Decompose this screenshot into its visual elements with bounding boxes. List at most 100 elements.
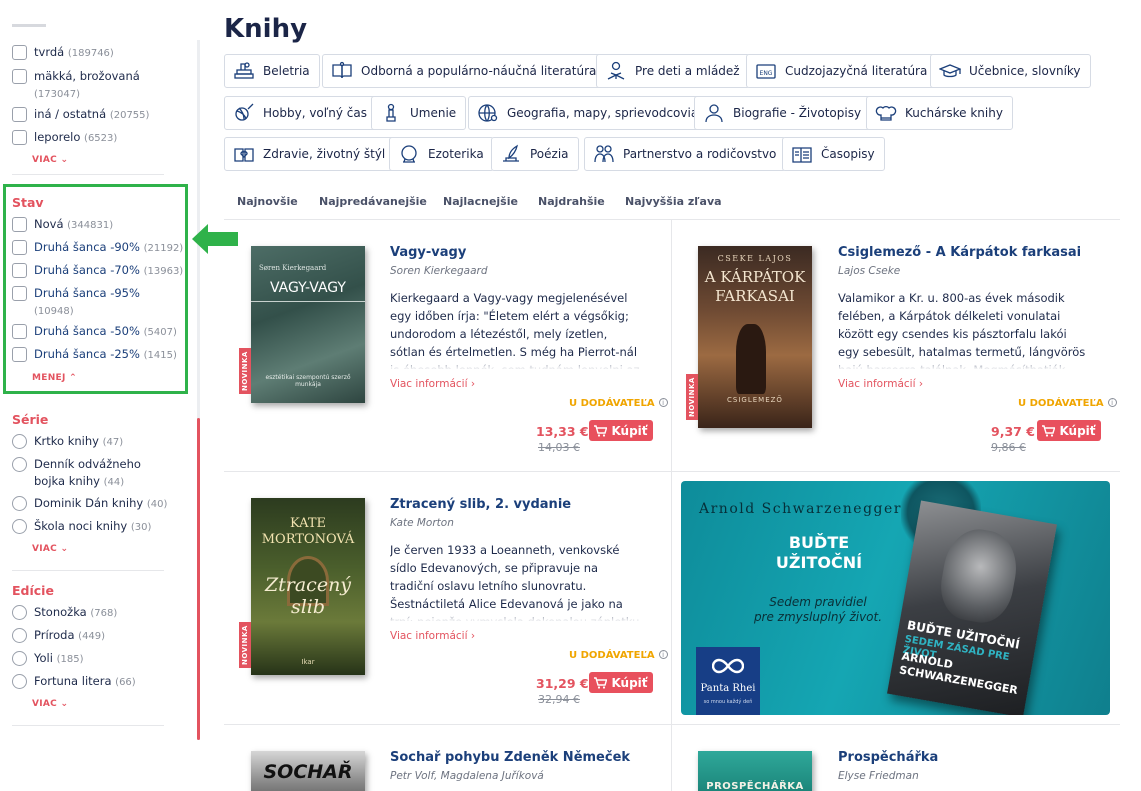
book-face [935, 524, 1023, 628]
category-geografia[interactable]: Geografia, mapy, sprievodcovia [468, 96, 709, 130]
radio[interactable] [12, 496, 27, 511]
book-cover[interactable]: KATE MORTONOVÁ Ztracený slib Ikar [251, 498, 365, 675]
checkbox[interactable] [12, 107, 27, 122]
book-author[interactable]: Elyse Friedman [838, 770, 919, 782]
cover-publisher: Ikar [301, 658, 315, 666]
book-old-price: 9,86 € [991, 441, 1026, 454]
sort-tab-cheapest[interactable]: Najlacnejšie [443, 195, 518, 208]
filter-binding-other[interactable]: iná / ostatná (20755) [12, 106, 149, 124]
radio[interactable] [12, 434, 27, 449]
category-casopisy[interactable]: Časopisy [782, 137, 885, 171]
category-ezoterika[interactable]: Ezoterika [389, 137, 494, 171]
cover-rule [251, 301, 365, 302]
cover-author: CSEKE LAJOS [717, 254, 793, 263]
category-umenie[interactable]: Umenie [371, 96, 467, 130]
category-hobby[interactable]: Hobby, voľný čas [224, 96, 377, 130]
checkbox[interactable] [12, 69, 27, 84]
category-biografie[interactable]: Biografie - Životopisy [694, 96, 872, 130]
category-cudzojazycna[interactable]: ENG Cudzojazyčná literatúra [746, 54, 938, 88]
radio[interactable] [12, 674, 27, 689]
radio[interactable] [12, 457, 27, 472]
sort-tab-highest-discount[interactable]: Najvyššia zľava [625, 195, 722, 208]
category-pre-deti[interactable]: Pre deti a mládež [596, 54, 750, 88]
info-icon[interactable]: i [658, 650, 668, 659]
category-partnerstvo[interactable]: Partnerstvo a rodičovstvo [584, 137, 787, 171]
sidebar-divider [12, 725, 164, 726]
more-info-link[interactable]: Viac informácií › [390, 378, 475, 390]
grid-divider [224, 471, 1120, 472]
category-ucebnice[interactable]: Učebnice, slovníky [930, 54, 1091, 88]
category-beletria[interactable]: Beletria [224, 54, 320, 88]
info-icon[interactable]: i [658, 398, 668, 407]
radio[interactable] [12, 519, 27, 534]
filter-serie-dennik[interactable]: Denník odvážneho bojka knihy (44) [12, 456, 172, 491]
infinity-icon [712, 658, 744, 674]
buy-button[interactable]: Kúpiť [589, 420, 653, 441]
cover-title: PROSPĚCHÁŘKA [706, 781, 804, 791]
filter-binding-soft[interactable]: mäkká, brožovaná (173047) [12, 68, 162, 103]
book-author[interactable]: Soren Kierkegaard [390, 265, 488, 277]
buy-button[interactable]: Kúpiť [589, 672, 653, 693]
book-title[interactable]: Csiglemező - A Kárpátok farkasai [838, 245, 1081, 260]
chevron-down-icon: ⌄ [60, 155, 69, 165]
category-zdravie[interactable]: Zdravie, životný štýl [224, 137, 396, 171]
book-cover[interactable]: SOCHAŘ [251, 751, 365, 791]
more-info-link[interactable]: Viac informácií › [838, 378, 923, 390]
category-poezia[interactable]: Poézia [491, 137, 579, 171]
filter-binding-hard[interactable]: tvrdá (189746) [12, 44, 114, 62]
filter-edicie-stonozka[interactable]: Stonožka (768) [12, 604, 117, 622]
checkbox[interactable] [12, 130, 27, 145]
book-title[interactable]: Ztracený slib, 2. vydanie [390, 497, 571, 512]
filter-edicie-priroda[interactable]: Príroda (449) [12, 627, 105, 645]
filter-edicie-yoli[interactable]: Yoli (185) [12, 650, 83, 668]
description-fade [838, 356, 1090, 370]
book-cover[interactable]: Søren Kierkegaard VAGY-VAGY esztétikai s… [251, 246, 365, 403]
edicie-more-link[interactable]: VIAC ⌄ [32, 699, 68, 709]
category-kucharske[interactable]: Kuchárske knihy [866, 96, 1013, 130]
section-title-serie: Série [12, 412, 49, 427]
filter-binding-leporelo[interactable]: leporelo (6523) [12, 129, 117, 147]
description-fade [390, 608, 642, 622]
eng-book-icon: ENG [756, 64, 776, 79]
book-title[interactable]: Prospěchářka [838, 750, 938, 765]
sort-tab-newest[interactable]: Najnovšie [237, 195, 298, 208]
book-author[interactable]: Lajos Cseke [838, 265, 900, 277]
availability-label: U DODÁVATEĽA i [569, 398, 668, 409]
filter-serie-skola[interactable]: Škola noci knihy (30) [12, 518, 151, 536]
info-icon[interactable]: i [1107, 398, 1117, 407]
book-price: 9,37 € [991, 424, 1035, 439]
binding-more-link[interactable]: VIAC ⌄ [32, 155, 68, 165]
crystal-ball-icon [401, 145, 417, 163]
book-cover[interactable]: CSEKE LAJOS A KÁRPÁTOK FARKASAI CSIGLEME… [698, 246, 812, 428]
cover-title: VAGY-VAGY [269, 280, 346, 296]
filter-serie-dominik[interactable]: Dominik Dán knihy (40) [12, 495, 167, 513]
radio[interactable] [12, 651, 27, 666]
chevron-down-icon: ⌄ [60, 544, 69, 554]
more-info-link[interactable]: Viac informácií › [390, 630, 475, 642]
new-badge: NOVINKA [686, 374, 698, 420]
grid-divider [224, 724, 1120, 725]
filter-serie-krtko[interactable]: Krtko knihy (47) [12, 433, 123, 451]
book-author[interactable]: Kate Morton [390, 517, 454, 529]
book-cover[interactable]: PROSPĚCHÁŘKA [698, 751, 812, 791]
book-author[interactable]: Petr Volf, Magdalena Juříková [390, 770, 544, 782]
sort-tab-most-expensive[interactable]: Najdrahšie [538, 195, 605, 208]
book-title[interactable]: Sochař pohybu Zdeněk Němeček [390, 750, 630, 765]
serie-more-link[interactable]: VIAC ⌄ [32, 544, 68, 554]
highlight-frame [3, 184, 188, 394]
promo-banner[interactable]: Arnold Schwarzenegger BUĎTE UŽITOČNÍ Sed… [681, 481, 1110, 715]
panta-rhei-logo[interactable]: Panta Rhei so mnou každý deň [696, 647, 760, 715]
chef-hat-icon [875, 106, 897, 121]
book-title[interactable]: Vagy-vagy [390, 245, 466, 260]
statue-icon [386, 103, 396, 122]
sidebar-scrollbar-thumb[interactable] [197, 418, 200, 740]
buy-button[interactable]: Kúpiť [1037, 420, 1101, 441]
person-icon [705, 104, 723, 123]
checkbox[interactable] [12, 45, 27, 60]
category-odborna[interactable]: Odborná a populárno-náučná literatúra [322, 54, 607, 88]
sort-tab-bestselling[interactable]: Najpredávanejšie [319, 195, 427, 208]
radio[interactable] [12, 628, 27, 643]
book-price: 13,33 € [536, 424, 589, 439]
radio[interactable] [12, 605, 27, 620]
filter-edicie-fortuna[interactable]: Fortuna litera (66) [12, 673, 136, 691]
